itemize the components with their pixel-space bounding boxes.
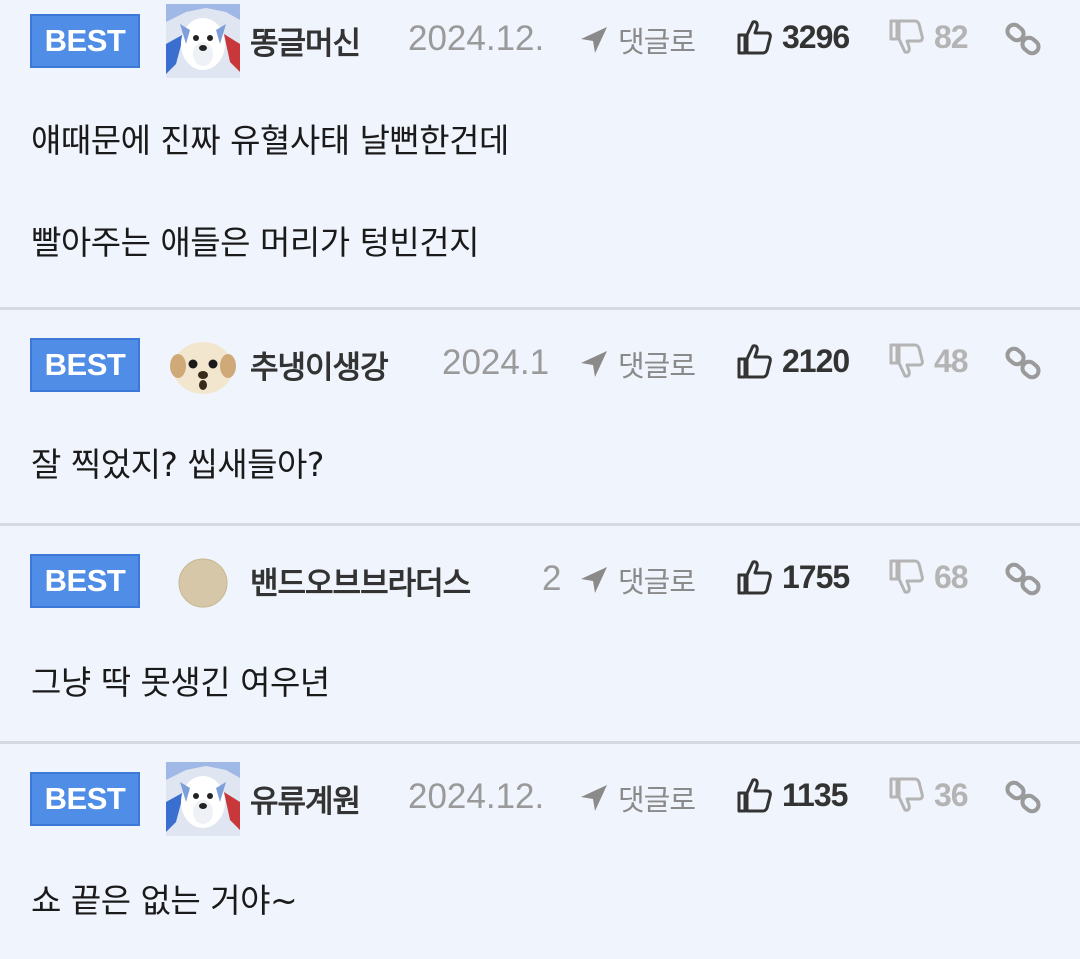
link-icon[interactable] bbox=[1004, 560, 1042, 598]
link-icon[interactable] bbox=[1004, 20, 1042, 58]
comment-body: 그냥 딱 못생긴 여우년 bbox=[31, 656, 330, 704]
comment-line: 빨아주는 애들은 머리가 텅빈건지 bbox=[31, 223, 480, 262]
comment-meta: BEST 유류계원 2024.12. 댓글로 1135 36 bbox=[0, 758, 1080, 838]
reply-arrow-icon bbox=[578, 564, 610, 596]
comment-item: BEST 밴드오브브라더스 2 댓글로 1755 68 그냥 딱 못생긴 여우년 bbox=[0, 526, 1080, 744]
comment-date: 2024.12. bbox=[408, 777, 545, 816]
dog-avatar-icon[interactable] bbox=[166, 4, 240, 78]
best-badge: BEST bbox=[30, 14, 140, 68]
comment-body: 얘때문에 진짜 유혈사태 날뻔한건데 빨아주는 애들은 머리가 텅빈건지 bbox=[31, 114, 509, 264]
best-badge: BEST bbox=[30, 554, 140, 608]
dog-avatar-icon[interactable] bbox=[166, 762, 240, 836]
nickname[interactable]: 추냉이생강 bbox=[250, 342, 389, 387]
downvote-button[interactable]: 82 bbox=[888, 18, 969, 56]
thumbs-up-icon bbox=[736, 18, 772, 56]
beige-circle-avatar-icon[interactable] bbox=[166, 544, 240, 618]
link-icon[interactable] bbox=[1004, 344, 1042, 382]
reply-label: 댓글로 bbox=[618, 783, 696, 817]
reply-label: 댓글로 bbox=[618, 25, 696, 59]
reply-label: 댓글로 bbox=[618, 349, 696, 383]
upvote-button[interactable]: 2120 bbox=[736, 342, 850, 380]
thumbs-up-icon bbox=[736, 342, 772, 380]
nickname[interactable]: 똥글머신 bbox=[250, 18, 361, 63]
best-badge: BEST bbox=[30, 772, 140, 826]
comment-body: 잘 찍었지? 씹새들아? bbox=[31, 438, 324, 486]
comment-line: 얘때문에 진짜 유혈사태 날뻔한건데 bbox=[31, 121, 509, 160]
downvote-button[interactable]: 36 bbox=[888, 776, 969, 814]
comment-date: 2024.1 bbox=[442, 343, 550, 382]
comment-meta: BEST 밴드오브브라더스 2 댓글로 1755 68 bbox=[0, 540, 1080, 620]
comment-meta: BEST 똥글머신 2024.12. 댓글로 3296 82 bbox=[0, 0, 1080, 80]
reply-arrow-icon bbox=[578, 24, 610, 56]
reply-label: 댓글로 bbox=[618, 565, 696, 599]
reply-arrow-icon bbox=[578, 782, 610, 814]
reply-button[interactable]: 댓글로 bbox=[578, 778, 696, 818]
thumbs-down-icon bbox=[888, 776, 924, 814]
comment-item: BEST 추냉이생강 2024.1 댓글로 2120 48 잘 찍었지? 씹새들… bbox=[0, 310, 1080, 526]
nickname[interactable]: 유류계원 bbox=[250, 776, 361, 821]
upvote-count: 2120 bbox=[782, 342, 850, 379]
puppy-face-avatar-icon[interactable] bbox=[166, 328, 240, 402]
nickname[interactable]: 밴드오브브라더스 bbox=[250, 558, 471, 603]
reply-button[interactable]: 댓글로 bbox=[578, 20, 696, 60]
upvote-button[interactable]: 1135 bbox=[736, 776, 848, 814]
thumbs-down-icon bbox=[888, 342, 924, 380]
comment-meta: BEST 추냉이생강 2024.1 댓글로 2120 48 bbox=[0, 324, 1080, 404]
comment-date: 2024.12. bbox=[408, 19, 545, 58]
downvote-button[interactable]: 68 bbox=[888, 558, 969, 596]
comment-item: BEST 똥글머신 2024.12. 댓글로 3296 82 얘때문에 진짜 유… bbox=[0, 0, 1080, 310]
upvote-count: 1755 bbox=[782, 558, 850, 595]
comment-date: 2 bbox=[542, 559, 562, 598]
reply-button[interactable]: 댓글로 bbox=[578, 560, 696, 600]
comment-line: 잘 찍었지? 씹새들아? bbox=[31, 445, 324, 484]
downvote-count: 48 bbox=[934, 342, 969, 379]
reply-button[interactable]: 댓글로 bbox=[578, 344, 696, 384]
upvote-count: 3296 bbox=[782, 18, 850, 55]
upvote-button[interactable]: 1755 bbox=[736, 558, 850, 596]
comment-body: 쇼 끝은 없는 거야~ bbox=[31, 874, 298, 922]
comment-item: BEST 유류계원 2024.12. 댓글로 1135 36 쇼 끝은 없는 거… bbox=[0, 744, 1080, 959]
thumbs-down-icon bbox=[888, 18, 924, 56]
thumbs-up-icon bbox=[736, 558, 772, 596]
link-icon[interactable] bbox=[1004, 778, 1042, 816]
upvote-button[interactable]: 3296 bbox=[736, 18, 850, 56]
reply-arrow-icon bbox=[578, 348, 610, 380]
best-badge: BEST bbox=[30, 338, 140, 392]
downvote-count: 68 bbox=[934, 558, 969, 595]
downvote-button[interactable]: 48 bbox=[888, 342, 969, 380]
upvote-count: 1135 bbox=[782, 776, 848, 813]
thumbs-down-icon bbox=[888, 558, 924, 596]
comment-line: 그냥 딱 못생긴 여우년 bbox=[31, 663, 330, 702]
downvote-count: 36 bbox=[934, 776, 969, 813]
downvote-count: 82 bbox=[934, 18, 969, 55]
thumbs-up-icon bbox=[736, 776, 772, 814]
comment-line: 쇼 끝은 없는 거야~ bbox=[31, 881, 298, 920]
